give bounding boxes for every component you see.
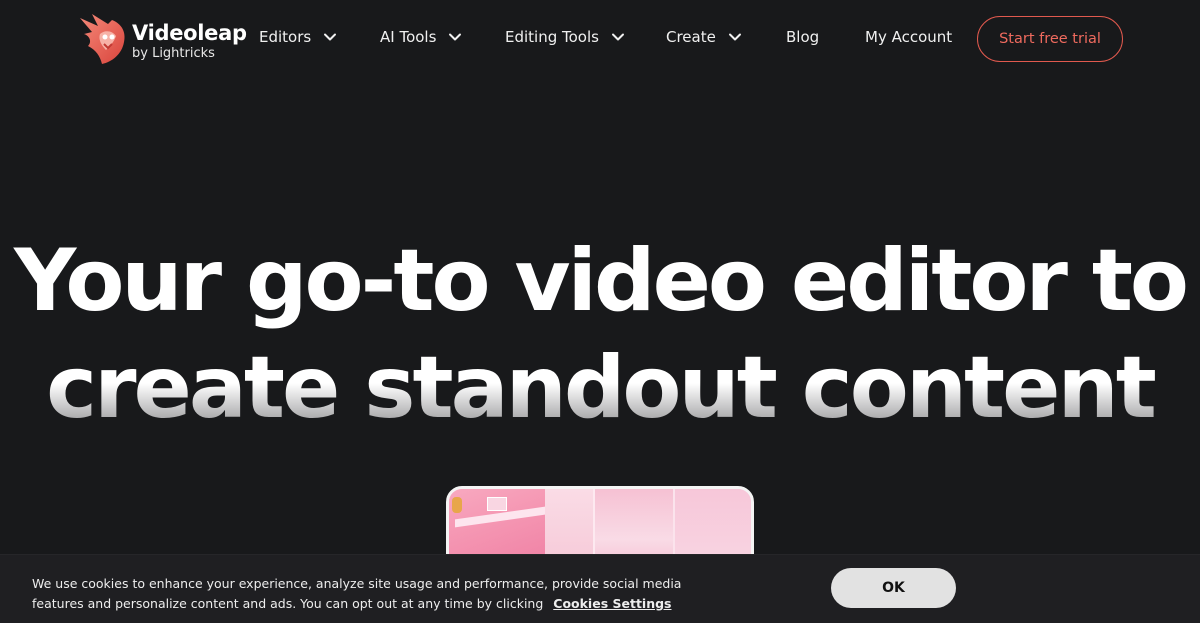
hero-headline: Your go-to video editor to create stando… — [0, 228, 1200, 442]
cookie-message: We use cookies to enhance your experienc… — [32, 574, 712, 614]
nav-item-ai-tools[interactable]: AI Tools — [380, 28, 462, 46]
chevron-down-icon — [728, 33, 741, 41]
nav-item-editing-tools[interactable]: Editing Tools — [505, 28, 625, 46]
hero-headline-line-1: Your go-to video editor to — [13, 231, 1189, 331]
nav-item-label: Editors — [259, 28, 312, 46]
start-free-trial-button[interactable]: Start free trial — [977, 16, 1123, 62]
hero-headline-line-2: create standout content — [0, 335, 1200, 442]
cookie-banner: We use cookies to enhance your experienc… — [0, 554, 1200, 623]
nav-item-create[interactable]: Create — [666, 28, 742, 46]
hero: Your go-to video editor to create stando… — [0, 228, 1200, 442]
nav-item-label: AI Tools — [380, 28, 437, 46]
cookies-settings-link[interactable]: Cookies Settings — [553, 596, 671, 611]
site-header: Videoleap by Lightricks Editors AI Tools… — [0, 0, 1200, 78]
chevron-down-icon — [324, 33, 337, 41]
cookie-ok-button[interactable]: OK — [831, 568, 956, 608]
nav-item-label: Editing Tools — [505, 28, 599, 46]
nav-item-label: Create — [666, 28, 716, 46]
nav-item-my-account[interactable]: My Account — [865, 28, 952, 46]
chevron-down-icon — [449, 33, 462, 41]
chevron-down-icon — [611, 33, 624, 41]
picture-frame-graphic — [487, 497, 507, 511]
nav-item-blog[interactable]: Blog — [786, 28, 819, 46]
nav-item-label: My Account — [865, 28, 953, 46]
nav-item-editors[interactable]: Editors — [259, 28, 337, 46]
nav-item-label: Blog — [786, 28, 820, 46]
toy-graphic — [452, 497, 462, 513]
main-nav: Editors AI Tools Editing Tools Create Bl… — [0, 0, 1200, 78]
